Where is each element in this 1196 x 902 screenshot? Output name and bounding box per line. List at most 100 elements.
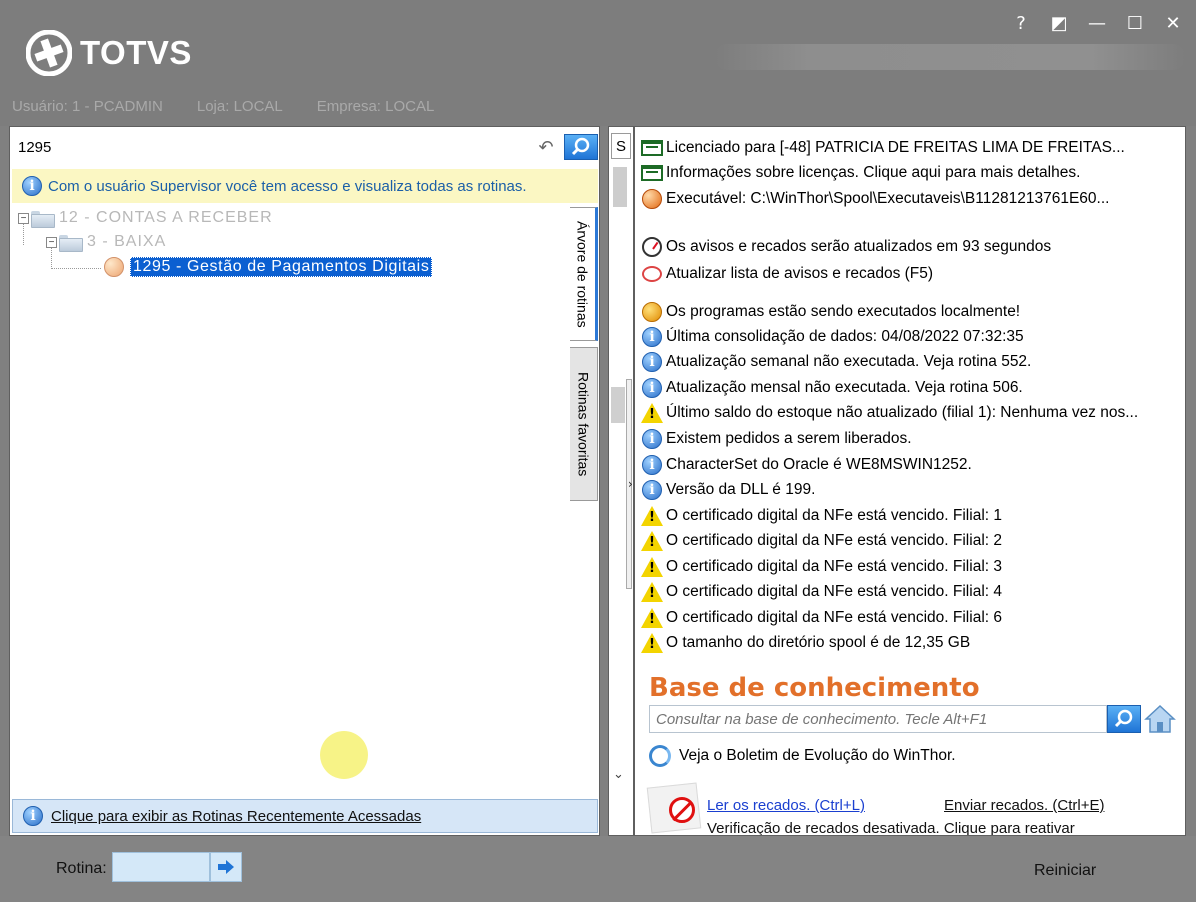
scrollbar-thumb[interactable] — [611, 387, 625, 423]
notice-item: O certificado digital da NFe está vencid… — [641, 556, 1002, 578]
routine-search-input[interactable] — [18, 137, 528, 157]
notice-item: O certificado digital da NFe está vencid… — [641, 581, 1002, 603]
notice-text: Licenciado para [-48] PATRICIA DE FREITA… — [666, 139, 1125, 156]
notice-text: O certificado digital da NFe está vencid… — [666, 507, 1002, 524]
license-icon — [641, 138, 663, 158]
scrollbar-thumb[interactable] — [613, 167, 627, 207]
info-icon: i — [641, 429, 663, 449]
disabled-icon — [669, 797, 695, 823]
tree-node-baixa[interactable]: − 3 - BAIXA — [46, 233, 167, 252]
tree-node-label: 3 - BAIXA — [87, 233, 167, 250]
notice-update-timer: Os avisos e recados serão atualizados em… — [641, 236, 1051, 258]
knowledge-base-search-input[interactable] — [649, 705, 1107, 733]
notice-text: O certificado digital da NFe está vencid… — [666, 609, 1002, 626]
minimize-button[interactable]: — — [1086, 10, 1108, 36]
notice-text: Última consolidação de dados: 04/08/2022… — [666, 328, 1024, 345]
home-icon[interactable] — [1143, 703, 1177, 735]
restart-button[interactable]: Reiniciar — [1034, 862, 1096, 880]
collapse-icon[interactable]: − — [18, 212, 29, 224]
notice-item: i Atualização mensal não executada. Veja… — [641, 377, 1023, 399]
notice-text: Os avisos e recados serão atualizados em… — [666, 238, 1052, 255]
info-icon: i — [641, 327, 663, 347]
notice-item: i Versão da DLL é 199. — [641, 479, 815, 501]
theme-button[interactable]: ◩ — [1048, 10, 1070, 36]
folder-icon — [31, 210, 55, 228]
send-messages-link[interactable]: Enviar recados. (Ctrl+E) — [944, 797, 1104, 814]
rotina-go-button[interactable] — [210, 852, 242, 882]
info-icon: i — [641, 480, 663, 500]
notice-item: i Última consolidação de dados: 04/08/20… — [641, 326, 1024, 348]
notice-item: O certificado digital da NFe está vencid… — [641, 505, 1002, 527]
notice-license-info[interactable]: Informações sobre licenças. Clique aqui … — [641, 162, 1080, 184]
warning-icon — [641, 506, 663, 526]
supervisor-notice: i Com o usuário Supervisor você tem aces… — [12, 169, 598, 203]
collapsed-field[interactable]: S — [611, 133, 631, 159]
knowledge-base-title: Base de conhecimento — [649, 673, 980, 703]
recent-routines-link[interactable]: Clique para exibir as Rotinas Recentemen… — [51, 808, 421, 825]
close-button[interactable]: ✕ — [1162, 10, 1184, 36]
notice-text: Informações sobre licenças. Clique aqui … — [666, 164, 1081, 181]
tab-arvore-de-rotinas[interactable]: Árvore de rotinas — [570, 207, 598, 341]
notice-license[interactable]: Licenciado para [-48] PATRICIA DE FREITA… — [641, 137, 1125, 159]
boletim-link[interactable]: Veja o Boletim de Evolução do WinThor. — [649, 745, 956, 767]
empresa-label: Empresa: LOCAL — [316, 98, 435, 115]
info-icon: i — [641, 455, 663, 475]
window-controls: ? ◩ — ☐ ✕ — [1010, 10, 1184, 36]
tree-node-routine-1295[interactable]: 1295 - Gestão de Pagamentos Digitais — [104, 257, 433, 277]
notice-executable[interactable]: Executável: C:\WinThor\Spool\Executaveis… — [641, 188, 1109, 210]
bottom-bar: Rotina: Reiniciar — [0, 836, 1196, 902]
collapse-icon[interactable]: − — [46, 236, 57, 248]
notice-text: Atualizar lista de avisos e recados (F5) — [666, 265, 934, 282]
notice-text: Atualização semanal não executada. Veja … — [666, 353, 1032, 370]
tab-rotinas-favoritas[interactable]: Rotinas favoritas — [570, 347, 598, 501]
arrow-right-icon — [218, 860, 234, 874]
notice-item: O certificado digital da NFe está vencid… — [641, 530, 1002, 552]
rotina-label: Rotina: — [56, 860, 107, 877]
executable-icon — [641, 189, 663, 209]
tree-node-contas-a-receber[interactable]: − 12 - CONTAS A RECEBER — [18, 209, 273, 228]
boletim-text: Veja o Boletim de Evolução do WinThor. — [679, 747, 956, 764]
warning-icon — [641, 557, 663, 577]
notice-text: Último saldo do estoque não atualizado (… — [666, 404, 1139, 421]
notice-text: Com o usuário Supervisor você tem acesso… — [48, 177, 527, 195]
session-info: Usuário: 1 - PCADMIN Loja: LOCAL Empresa… — [12, 98, 434, 115]
messages-verification-link[interactable]: Verificação de recados desativada. Cliqu… — [707, 820, 1075, 835]
side-tabs: Árvore de rotinas Rotinas favoritas — [570, 207, 600, 507]
warning-icon — [641, 608, 663, 628]
expand-arrow-icon[interactable]: › — [628, 477, 633, 491]
notice-refresh[interactable]: Atualizar lista de avisos e recados (F5) — [641, 263, 933, 285]
notice-text: O certificado digital da NFe está vencid… — [666, 558, 1002, 575]
notice-text: O certificado digital da NFe está vencid… — [666, 532, 1002, 549]
knowledge-base-search-button[interactable] — [1107, 705, 1141, 733]
routine-search-row: ↶ — [12, 131, 598, 163]
help-button[interactable]: ? — [1010, 10, 1032, 36]
rotina-input[interactable] — [112, 852, 210, 882]
notice-item: i Atualização semanal não executada. Vej… — [641, 351, 1031, 373]
usuario-label: Usuário: 1 - PCADMIN — [12, 98, 163, 115]
notice-item: i Existem pedidos a serem liberados. — [641, 428, 912, 450]
notice-text: Existem pedidos a serem liberados. — [666, 430, 912, 447]
totvs-logo: TOTVS — [26, 30, 192, 76]
notice-text: Versão da DLL é 199. — [666, 481, 816, 498]
scroll-down-icon[interactable]: ⌄ — [613, 767, 624, 782]
info-icon: i — [641, 378, 663, 398]
search-icon — [1114, 709, 1133, 728]
warning-icon — [641, 531, 663, 551]
refresh-icon — [641, 264, 663, 284]
folder-icon — [59, 234, 83, 252]
recent-routines-bar[interactable]: i Clique para exibir as Rotinas Recentem… — [12, 799, 598, 833]
notice-text: Executável: C:\WinThor\Spool\Executaveis… — [666, 190, 1110, 207]
undo-icon[interactable]: ↶ — [534, 135, 558, 159]
clock-icon — [641, 237, 663, 257]
notice-item: O tamanho do diretório spool é de 12,35 … — [641, 632, 970, 654]
info-icon: i — [22, 176, 42, 196]
totvs-logo-icon — [26, 30, 72, 76]
splitter-panel: S › ⌄ — [608, 126, 634, 836]
logo-text: TOTVS — [80, 34, 192, 71]
notice-item: Último saldo do estoque não atualizado (… — [641, 402, 1138, 424]
search-button[interactable] — [564, 134, 598, 160]
read-messages-link[interactable]: Ler os recados. (Ctrl+L) — [707, 797, 865, 814]
loja-label: Loja: LOCAL — [196, 98, 283, 115]
title-bar: TOTVS ? ◩ — ☐ ✕ Usuário: 1 - PCADMIN Loj… — [0, 0, 1196, 126]
maximize-button[interactable]: ☐ — [1124, 10, 1146, 36]
